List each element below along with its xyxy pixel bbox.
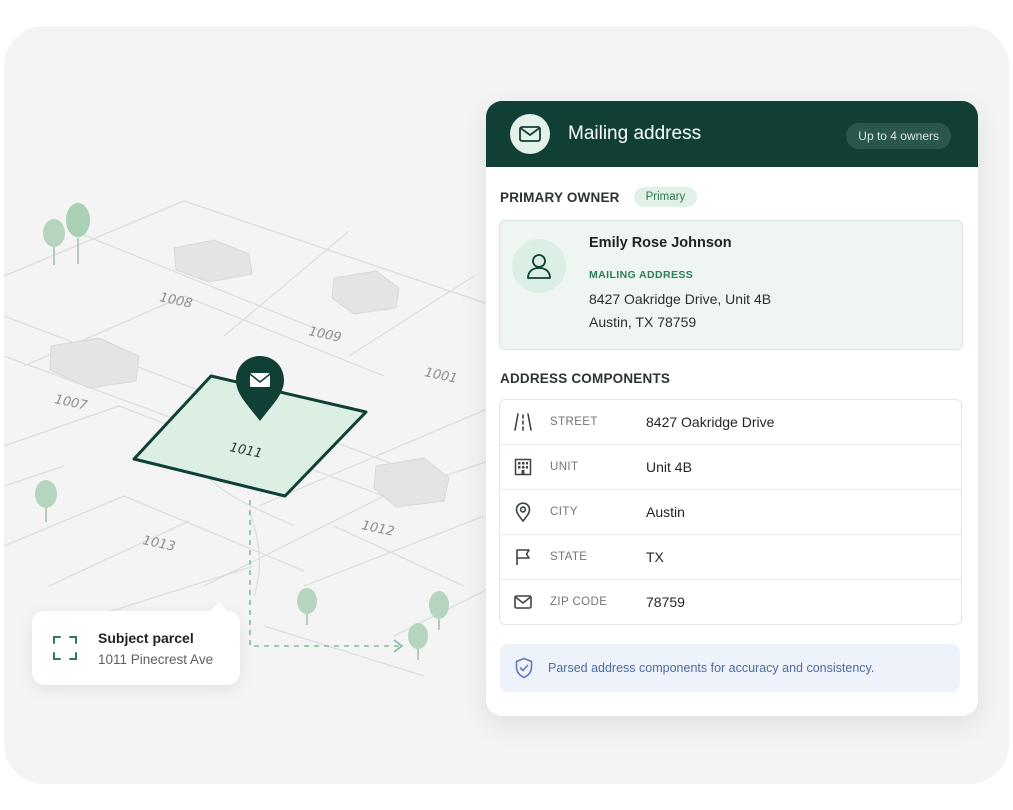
component-key: CITY	[550, 506, 578, 518]
lot-number: 1001	[423, 365, 458, 387]
component-value: 8427 Oakridge Drive	[646, 414, 775, 430]
owner-name: Emily Rose Johnson	[589, 235, 732, 251]
tree-icon	[35, 480, 57, 522]
component-key: ZIP CODE	[550, 596, 608, 608]
address-line-2: Austin, TX 78759	[589, 314, 697, 330]
shield-check-icon	[515, 657, 533, 679]
lot-number: 1009	[307, 324, 342, 346]
lot-number: 1012	[360, 518, 395, 540]
card-header: Mailing address Up to 4 owners	[486, 101, 978, 167]
callout-title: Subject parcel	[98, 629, 194, 646]
primary-badge: Primary	[633, 187, 698, 207]
tree-icon	[297, 588, 449, 660]
lot-number: 1007	[53, 392, 89, 414]
primary-owner-title: PRIMARY OWNER	[500, 189, 620, 205]
mailing-address-card: Mailing address Up to 4 owners PRIMARY O…	[486, 101, 978, 716]
table-row: STATE TX	[500, 535, 961, 580]
address-line-1: 8427 Oakridge Drive, Unit 4B	[589, 291, 772, 307]
lot-number: 1013	[141, 533, 176, 555]
building	[49, 337, 140, 389]
component-value: TX	[646, 549, 664, 565]
card-title: Mailing address	[568, 123, 702, 144]
envelope-icon	[510, 114, 550, 154]
primary-owner-heading: PRIMARY OWNER Primary	[500, 187, 698, 207]
table-row: STREET 8427 Oakridge Drive	[500, 400, 961, 445]
mailing-address-label: MAILING ADDRESS	[589, 269, 694, 281]
building	[331, 270, 400, 315]
component-value: Unit 4B	[646, 459, 692, 475]
location-pin-icon	[512, 501, 534, 523]
note-text: Parsed address components for accuracy a…	[548, 661, 875, 675]
tree-icon	[43, 203, 90, 265]
building	[373, 457, 450, 508]
table-row: ZIP CODE 78759	[500, 580, 961, 624]
table-row: CITY Austin	[500, 490, 961, 535]
component-key: STATE	[550, 551, 588, 563]
component-key: UNIT	[550, 461, 579, 473]
component-value: 78759	[646, 594, 685, 610]
parsing-note: Parsed address components for accuracy a…	[500, 644, 960, 692]
road-icon	[512, 411, 534, 433]
lot-number: 1008	[158, 290, 193, 312]
component-key: STREET	[550, 416, 598, 428]
envelope-icon	[512, 591, 534, 613]
address-components-table: STREET 8427 Oakridge Drive UNIT Unit 4B …	[499, 399, 962, 625]
owners-limit-badge: Up to 4 owners	[846, 123, 951, 149]
focus-frame-icon	[53, 636, 77, 660]
flag-icon	[512, 546, 534, 568]
building-icon	[512, 456, 534, 478]
callout-address: 1011 Pinecrest Ave	[98, 651, 214, 667]
table-row: UNIT Unit 4B	[500, 445, 961, 490]
component-value: Austin	[646, 504, 685, 520]
primary-owner-box[interactable]: Emily Rose Johnson MAILING ADDRESS 8427 …	[499, 220, 963, 350]
subject-parcel-callout[interactable]: Subject parcel 1011 Pinecrest Ave	[32, 602, 240, 685]
address-components-title: ADDRESS COMPONENTS	[500, 371, 671, 386]
person-icon	[512, 239, 566, 293]
